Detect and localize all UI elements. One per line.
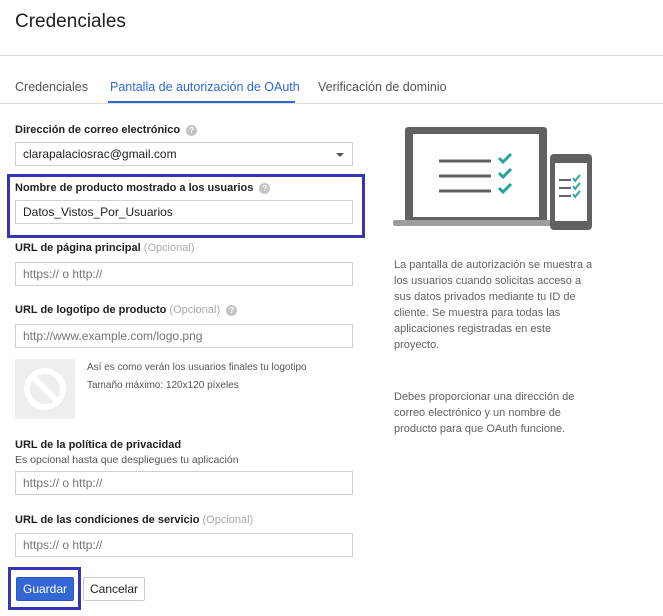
tos-url-label-text: URL de las condiciones de servicio bbox=[15, 514, 200, 526]
product-name-input[interactable]: Datos_Vistos_Por_Usuarios bbox=[15, 200, 353, 224]
email-select[interactable]: clarapalaciosrac@gmail.com bbox=[15, 142, 353, 166]
homepage-url-input[interactable]: https:// o http:// bbox=[15, 262, 353, 286]
product-name-label-text: Nombre de producto mostrado a los usuari… bbox=[15, 182, 254, 194]
privacy-url-label: URL de la política de privacidad bbox=[15, 439, 182, 451]
email-label-text: Dirección de correo electrónico bbox=[15, 124, 181, 136]
optional-tag: (Opcional) bbox=[143, 242, 195, 254]
logo-url-label-text: URL de logotipo de producto bbox=[15, 304, 167, 316]
help-icon[interactable]: ? bbox=[226, 304, 238, 316]
homepage-url-label: URL de página principal (Opcional) bbox=[15, 242, 195, 254]
cancel-button[interactable]: Cancelar bbox=[83, 577, 145, 601]
help-icon[interactable]: ? bbox=[259, 182, 271, 194]
consent-screen-illustration-icon bbox=[393, 127, 592, 230]
product-name-label: Nombre de producto mostrado a los usuari… bbox=[15, 182, 271, 194]
save-button[interactable]: Guardar bbox=[16, 577, 74, 601]
homepage-url-label-text: URL de página principal bbox=[15, 242, 141, 254]
tab-credentials[interactable]: Credenciales bbox=[15, 80, 88, 94]
page-title: Credenciales bbox=[15, 11, 126, 32]
logo-preview bbox=[15, 359, 75, 419]
logo-caption-preview: Así es como verán los usuarios finales t… bbox=[87, 362, 307, 373]
tos-url-label: URL de las condiciones de servicio (Opci… bbox=[15, 514, 253, 526]
logo-caption-max-size: Tamaño máximo: 120x120 píxeles bbox=[87, 380, 239, 391]
consent-screen-description: La pantalla de autorización se muestra a… bbox=[394, 259, 593, 351]
tab-oauth-consent[interactable]: Pantalla de autorización de OAuth bbox=[110, 80, 300, 94]
requirements-description: Debes proporcionar una dirección de corr… bbox=[394, 391, 575, 435]
tab-bar: Credenciales Pantalla de autorización de… bbox=[0, 70, 663, 104]
logo-url-input[interactable]: http://www.example.com/logo.png bbox=[15, 324, 353, 348]
tos-url-input[interactable]: https:// o http:// bbox=[15, 533, 353, 557]
active-tab-indicator bbox=[108, 101, 295, 103]
header-divider bbox=[0, 55, 663, 56]
email-select-value: clarapalaciosrac@gmail.com bbox=[23, 147, 177, 161]
help-icon[interactable]: ? bbox=[186, 124, 198, 136]
no-logo-icon bbox=[24, 368, 66, 410]
privacy-url-hint: Es opcional hasta que despliegues tu apl… bbox=[15, 454, 239, 466]
privacy-url-input[interactable]: https:// o http:// bbox=[15, 471, 353, 495]
email-label: Dirección de correo electrónico? bbox=[15, 124, 198, 136]
optional-tag: (Opcional) bbox=[169, 304, 221, 316]
tab-domain-verification[interactable]: Verificación de dominio bbox=[318, 80, 447, 94]
logo-url-label: URL de logotipo de producto (Opcional)? bbox=[15, 304, 238, 316]
optional-tag: (Opcional) bbox=[202, 514, 254, 526]
chevron-down-icon bbox=[336, 153, 344, 157]
